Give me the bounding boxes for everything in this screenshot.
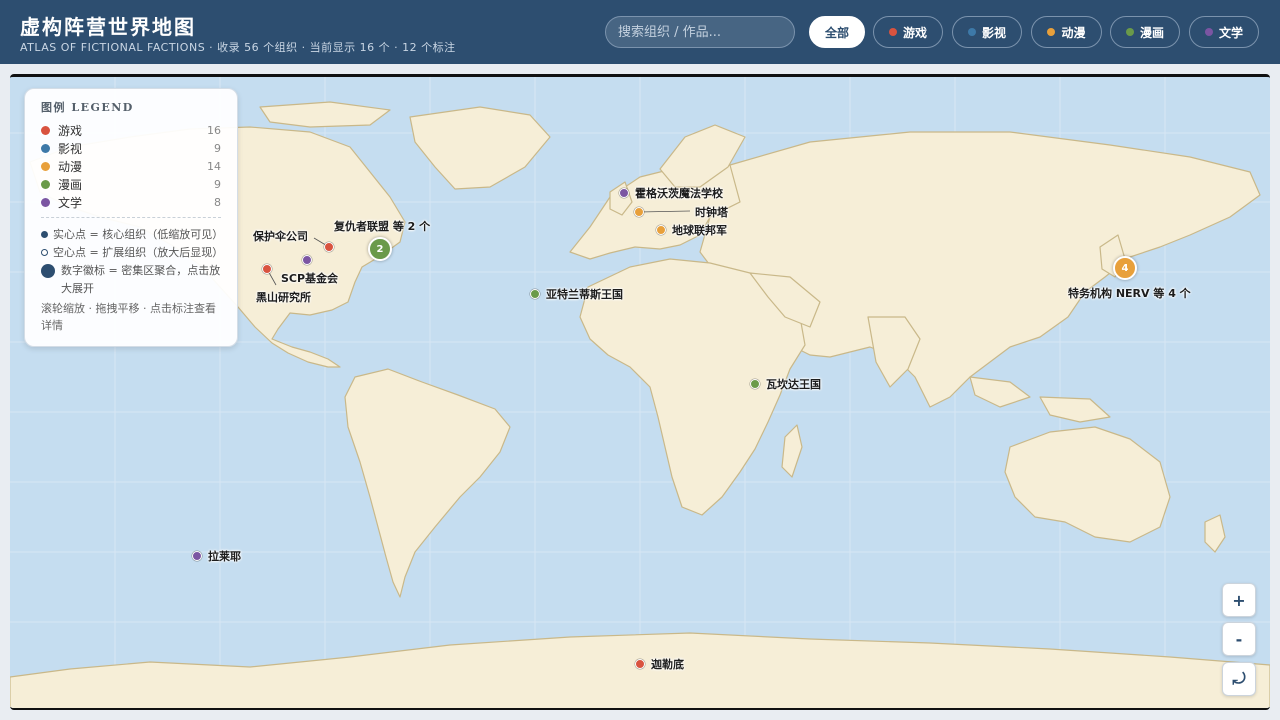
legend-count: 16 [207,123,221,137]
map-marker[interactable] [192,551,202,561]
legend-item-literature: 文学 8 [41,193,221,211]
legend-note-hollow: 空心点 = 扩展组织（放大后显现） [41,244,224,262]
film-dot-icon [967,28,976,36]
marker-label[interactable]: 拉莱耶 [208,548,241,564]
marker-label[interactable]: 黑山研究所 [256,289,311,305]
filter-comic-button[interactable]: 漫画 [1110,16,1180,48]
marker-label[interactable]: 霍格沃茨魔法学校 [635,185,723,201]
filter-literature-button[interactable]: 文学 [1189,16,1259,48]
marker-label[interactable]: 地球联邦军 [672,222,727,238]
note-text: 数字徽标 = 密集区聚合，点击放大展开 [61,264,221,295]
zoom-out-button[interactable]: - [1222,622,1256,656]
map-marker[interactable] [302,255,312,265]
legend-panel: 图例 LEGEND 游戏 16 影视 9 动漫 14 漫画 9 文学 8 实心点 = 核心… [24,88,238,347]
filter-label: 漫画 [1139,25,1164,40]
map-marker[interactable] [635,659,645,669]
marker-label[interactable]: 瓦坎达王国 [766,376,821,392]
legend-count: 8 [214,195,221,209]
filter-label: 全部 [824,25,849,40]
legend-count: 9 [214,177,221,191]
app-header: 虚构阵营世界地图 ATLAS OF FICTIONAL FACTIONS · 收… [0,0,1280,64]
search-input[interactable] [605,16,795,48]
map-marker[interactable] [262,264,272,274]
anime-dot-icon [41,161,50,171]
cluster-badge-icon [41,264,55,278]
legend-item-anime: 动漫 14 [41,157,221,175]
map-marker[interactable] [750,379,760,389]
legend-count: 9 [214,141,221,155]
page-title: 虚构阵营世界地图 [20,15,196,39]
marker-label[interactable]: 迦勒底 [651,656,684,672]
filter-game-button[interactable]: 游戏 [873,16,943,48]
legend-note-cluster: 数字徽标 = 密集区聚合，点击放大展开 [41,262,221,298]
cluster-label[interactable]: 复仇者联盟 等 2 个 [334,218,430,234]
map-marker[interactable] [324,242,334,252]
literature-dot-icon [41,197,50,207]
page-subtitle: ATLAS OF FICTIONAL FACTIONS · 收录 56 个组织 … [20,41,456,54]
note-text: 实心点 = 核心组织（低缩放可见） [53,228,224,241]
filter-label: 文学 [1218,25,1243,40]
hollow-dot-icon [41,249,48,256]
game-dot-icon [41,125,50,135]
legend-name: 动漫 [58,159,83,174]
legend-divider [41,217,221,218]
cluster-label[interactable]: 特务机构 NERV 等 4 个 [1068,285,1191,301]
cluster-badge[interactable]: 4 [1113,256,1137,280]
comic-dot-icon [1125,28,1134,36]
film-dot-icon [41,143,50,153]
cluster-badge[interactable]: 2 [368,237,392,261]
marker-label[interactable]: SCP基金会 [281,270,338,286]
legend-item-comic: 漫画 9 [41,175,221,193]
legend-count: 14 [207,159,221,173]
note-text: 空心点 = 扩展组织（放大后显现） [53,246,224,259]
literature-dot-icon [1204,28,1213,36]
marker-label[interactable]: 时钟塔 [695,204,728,220]
legend-name: 漫画 [58,177,83,192]
filter-anime-button[interactable]: 动漫 [1031,16,1102,48]
filter-label: 游戏 [902,25,927,40]
map-marker[interactable] [656,225,666,235]
solid-dot-icon [41,231,48,238]
anime-dot-icon [1047,28,1056,36]
legend-name: 游戏 [58,123,83,138]
map-marker[interactable] [530,289,540,299]
legend-hint: 滚轮缩放 · 拖拽平移 · 点击标注查看详情 [41,302,216,332]
filter-label: 动漫 [1061,25,1086,40]
comic-dot-icon [41,179,50,189]
legend-note-solid: 实心点 = 核心组织（低缩放可见） [41,226,224,244]
filter-all-button[interactable]: 全部 [809,16,865,48]
legend-title: 图例 LEGEND [41,101,134,114]
map-marker[interactable] [619,188,629,198]
zoom-in-button[interactable]: + [1222,583,1256,617]
legend-name: 文学 [58,195,83,210]
legend-item-game: 游戏 16 [41,121,221,139]
marker-label[interactable]: 保护伞公司 [253,228,308,244]
game-dot-icon [888,28,897,36]
reset-view-button[interactable]: ⤾ [1222,662,1256,696]
filter-film-button[interactable]: 影视 [952,16,1022,48]
marker-label[interactable]: 亚特兰蒂斯王国 [546,286,623,302]
legend-name: 影视 [58,141,83,156]
filter-label: 影视 [981,25,1006,40]
map-marker[interactable] [634,207,644,217]
legend-item-film: 影视 9 [41,139,221,157]
